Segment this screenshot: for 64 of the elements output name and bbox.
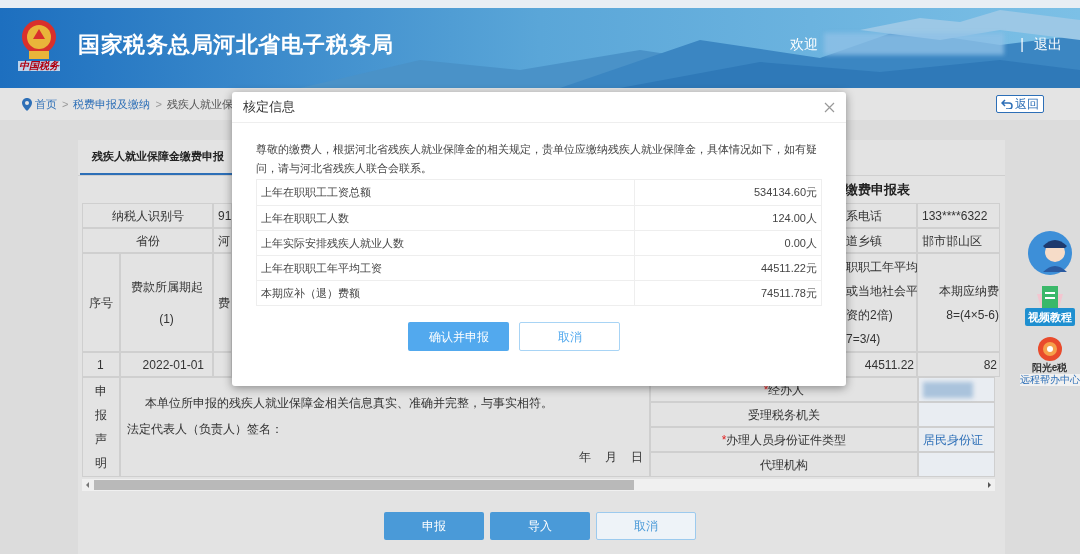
welcome-text: 欢迎 xyxy=(790,34,819,54)
location-pin-icon xyxy=(22,97,32,111)
current-page-label: 残疾人就业保 xyxy=(166,96,233,112)
table-cell: 上年在职职工年平均工资 xyxy=(257,256,635,280)
video-tutorial-button[interactable]: 视频教程 xyxy=(1024,286,1075,326)
dialog-title: 核定信息 xyxy=(243,98,295,117)
declaration-heading: 申报声明 xyxy=(82,377,120,477)
dialog-button[interactable]: 确认并申报 xyxy=(408,322,509,351)
table-cell-text: 0.00人 xyxy=(783,235,818,251)
return-arrow-icon xyxy=(1001,99,1013,109)
remote-help-button[interactable]: 阳光e税 远程帮办中心 xyxy=(1019,336,1080,386)
document-icon xyxy=(1036,286,1063,308)
required-mark: * xyxy=(721,431,727,449)
breadcrumb-link[interactable]: 首页 xyxy=(35,95,57,113)
table-cell: 河 xyxy=(213,228,232,253)
column-header: 本期应纳费 8=(4×5-6) xyxy=(917,253,1000,352)
column-header: 费款所属期起 (1) xyxy=(120,253,213,352)
breadcrumb-separator: > xyxy=(62,96,69,112)
horizontal-scrollbar[interactable] xyxy=(82,479,995,491)
column-header: 序号 xyxy=(82,253,120,352)
mascot-avatar-icon[interactable] xyxy=(1026,230,1073,276)
emblem-icon xyxy=(19,17,59,61)
signature-label: 法定代表人（负责人）签名： xyxy=(127,421,284,438)
table-cell: 纳税人识别号 xyxy=(82,203,213,228)
table-cell-text: 74511.78元 xyxy=(759,285,818,301)
table-cell: 本期应补（退）费额 xyxy=(257,281,635,305)
date-label: 日 xyxy=(631,449,643,466)
swirl-logo-icon xyxy=(1035,336,1064,362)
date-label: 年 xyxy=(579,449,591,466)
separator: | xyxy=(1020,34,1024,54)
table-cell: 82 xyxy=(917,352,1000,377)
table-cell: 133****6322 xyxy=(917,203,1000,228)
form-button[interactable]: 取消 xyxy=(595,512,696,540)
table-cell: 1 xyxy=(82,352,120,377)
form-button[interactable]: 导入 xyxy=(489,512,590,540)
date-label: 月 xyxy=(605,449,617,466)
redacted-value xyxy=(923,381,973,398)
table-cell-text: 44511.22元 xyxy=(759,260,818,276)
form-button[interactable]: 申报 xyxy=(383,512,484,540)
breadcrumb-link[interactable]: 税费申报及缴纳 xyxy=(73,95,151,113)
back-button[interactable]: 返回 xyxy=(996,95,1044,113)
table-cell: 上年在职职工工资总额 xyxy=(257,180,635,205)
table-cell: 2022-01-01 xyxy=(120,352,213,377)
site-title: 国家税务总局河北省电子税务局 xyxy=(78,30,394,59)
breadcrumb-separator: > xyxy=(155,96,162,112)
dialog-button[interactable]: 取消 xyxy=(519,322,620,351)
field-label: 受理税务机关 xyxy=(650,402,918,427)
table-cell: 上年在职职工人数 xyxy=(257,206,635,230)
table-cell-text: 534134.60元 xyxy=(753,185,818,201)
column-header: 费 xyxy=(213,253,232,352)
logout-link[interactable]: 退出 xyxy=(1034,33,1062,55)
emblem-caption: 中国税务 xyxy=(18,61,60,71)
table-cell: 居民身份证 xyxy=(918,427,995,452)
table-cell-text: 124.00人 xyxy=(771,210,818,226)
table-cell: 省份 xyxy=(82,228,213,253)
declaration-text: 本单位所申报的残疾人就业保障金相关信息真实、准确并完整，与事实相符。 xyxy=(144,395,554,412)
field-label: 代理机构 xyxy=(650,452,918,477)
dialog-message: 尊敬的缴费人，根据河北省残疾人就业保障金的相关规定，贵单位应缴纳残疾人就业保障金，具体情况如下，如有疑问，请与河北省残疾人联合会联系。 xyxy=(256,142,818,176)
table-cell: 上年实际安排残疾人就业人数 xyxy=(257,231,635,255)
table-cell: 91 xyxy=(213,203,232,228)
table-cell: 邯市邯山区 xyxy=(917,228,1000,253)
close-icon[interactable] xyxy=(824,101,835,113)
field-label: *办理人员身份证件类型 xyxy=(650,427,918,452)
required-mark: * xyxy=(763,381,769,399)
